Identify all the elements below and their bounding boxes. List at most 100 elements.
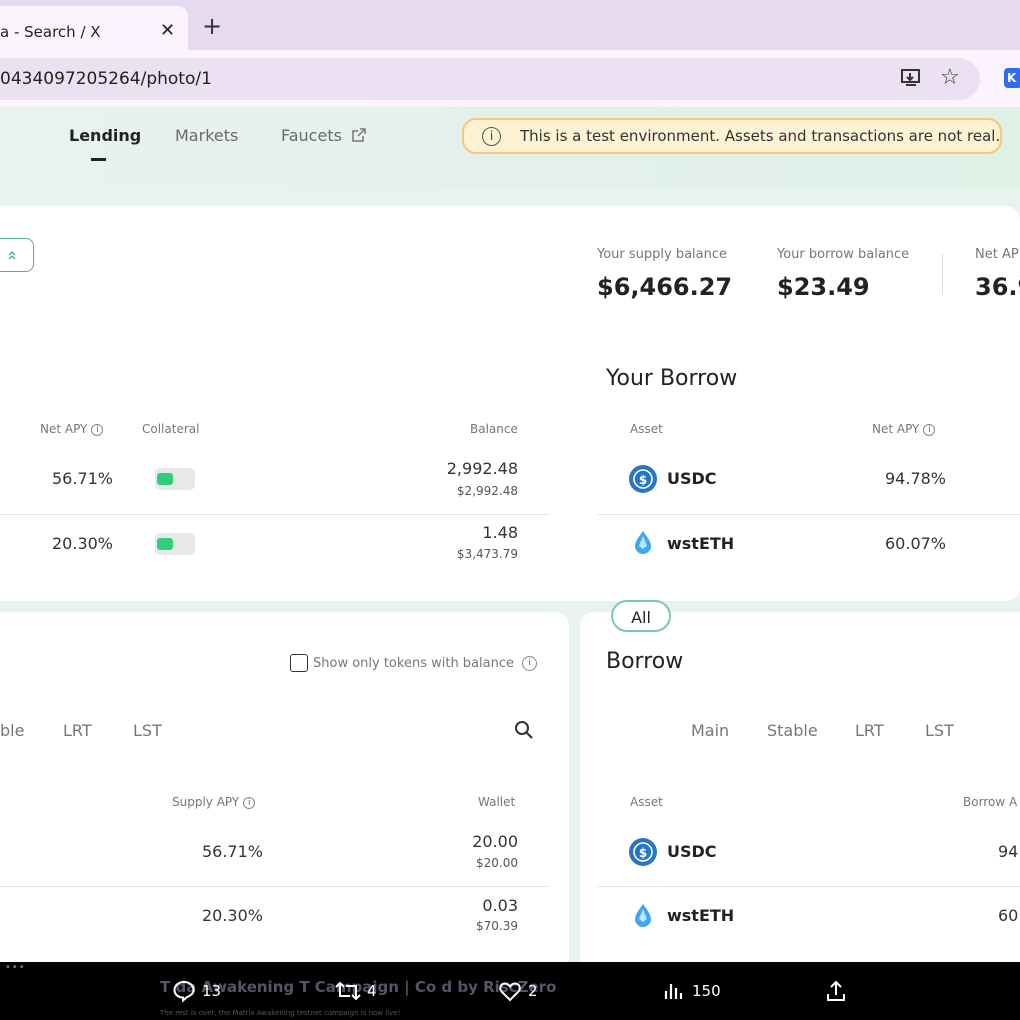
borrow-tab-lrt[interactable]: LRT	[855, 721, 884, 740]
row-divider	[0, 886, 550, 887]
borrow-row-1-asset[interactable]: USDC	[667, 469, 717, 488]
info-icon: i	[91, 423, 104, 436]
filter-tab-lst[interactable]: LST	[133, 721, 162, 740]
borrow-market-row-1-asset[interactable]: USDC	[667, 842, 717, 861]
supply-card: Show only tokens with balance i ble LRT L…	[0, 612, 569, 962]
borrow-row-2-net-apy: 60.07%	[885, 534, 947, 553]
borrow-row-1-net-apy: 94.78%	[885, 469, 947, 488]
url-text: 0434097205264/photo/1	[0, 69, 212, 89]
usdc-icon: $	[629, 838, 657, 866]
like-button[interactable]: 2	[498, 979, 558, 1003]
nav-lending[interactable]: Lending	[69, 126, 141, 145]
browser-tab[interactable]: a - Search / X ✕	[0, 6, 188, 50]
views-count: 150	[692, 982, 721, 1000]
search-icon[interactable]	[514, 720, 534, 740]
install-icon[interactable]	[900, 68, 922, 93]
positions-card: Your supply balance $6,466.27 Your borro…	[0, 206, 1020, 601]
retweet-count: 4	[367, 982, 377, 1000]
supply-row-1-net-apy: 56.71%	[52, 469, 114, 488]
borrow-balance-label: Your borrow balance	[777, 247, 910, 262]
reply-count: 13	[202, 982, 222, 1000]
net-apy-label: Net AP	[975, 247, 1019, 262]
nav-faucets-label: Faucets	[281, 126, 342, 145]
nav-active-indicator	[91, 158, 106, 161]
new-tab-button[interactable]: +	[202, 12, 222, 40]
show-only-balance-label: Show only tokens with balance i	[313, 656, 537, 671]
test-environment-banner: i This is a test environment. Assets and…	[462, 118, 1002, 154]
more-dots-icon[interactable]: •••	[5, 962, 26, 973]
summary-divider	[942, 254, 943, 294]
col-head-collateral: Collateral	[142, 422, 200, 436]
chevron-double-up-icon	[8, 251, 16, 260]
browser-tab-bar: a - Search / X ✕ +	[0, 0, 1020, 50]
nav-markets[interactable]: Markets	[175, 126, 238, 145]
retweet-button[interactable]: 4	[334, 979, 394, 1003]
views-button[interactable]: 150	[662, 979, 732, 1003]
info-icon: i	[482, 127, 501, 146]
info-icon: i	[923, 423, 936, 436]
borrow-balance-value: $23.49	[777, 273, 870, 301]
supply-balance-label: Your supply balance	[597, 247, 728, 262]
lending-app: Lending Markets Faucets i This is a test…	[0, 107, 1020, 962]
tab-close-icon[interactable]: ✕	[160, 20, 175, 41]
borrow-tab-main[interactable]: Main	[691, 721, 729, 740]
address-bar[interactable]: 0434097205264/photo/1 ☆	[0, 58, 980, 100]
supply-row-1-balance-usd: $2,992.48	[456, 484, 518, 498]
reply-icon	[173, 980, 195, 1003]
col-head-wallet: Wallet	[478, 795, 516, 809]
supply-market-row-2-apy: 20.30%	[201, 906, 263, 925]
row-divider	[597, 886, 1020, 887]
svg-text:$: $	[639, 473, 647, 487]
retweet-icon	[335, 981, 361, 1001]
supply-market-row-1-wallet-usd: $20.00	[476, 856, 518, 870]
nav-faucets[interactable]: Faucets	[281, 126, 367, 145]
banner-text: This is a test environment. Assets and t…	[520, 127, 1001, 145]
wsteth-icon	[635, 531, 651, 554]
show-only-balance-checkbox[interactable]	[290, 654, 308, 672]
borrow-tab-lst[interactable]: LST	[925, 721, 954, 740]
extension-icon[interactable]: K	[1004, 68, 1020, 88]
heart-icon	[499, 982, 521, 1002]
info-icon: i	[243, 796, 256, 809]
share-button[interactable]	[824, 979, 850, 1003]
app-header: Lending Markets Faucets i This is a test…	[0, 107, 1020, 189]
tweet-action-bar: ••• T da Awakening T Campaign | Co d by …	[0, 962, 1020, 1020]
borrow-tab-all[interactable]: All	[611, 600, 671, 632]
borrow-row-2-asset[interactable]: wstETH	[667, 534, 734, 553]
supply-row-2-net-apy: 20.30%	[52, 534, 114, 553]
collateral-toggle-2[interactable]	[155, 533, 195, 555]
net-apy-value: 36.9	[975, 273, 1020, 301]
col-head-balance: Balance	[470, 422, 518, 436]
collateral-toggle-1[interactable]	[155, 468, 195, 490]
supply-market-row-2-wallet: 0.03	[482, 896, 518, 915]
borrow-title: Borrow	[606, 649, 684, 674]
tab-title: a - Search / X	[0, 23, 101, 41]
info-icon: i	[522, 656, 537, 671]
supply-balance-value: $6,466.27	[597, 273, 733, 301]
bookmark-star-icon[interactable]: ☆	[940, 65, 960, 90]
borrow-tab-all-label: All	[631, 608, 651, 627]
supply-market-row-2-wallet-usd: $70.39	[476, 919, 518, 933]
col-head-borrow-net-apy: Net APY i	[872, 422, 936, 436]
supply-market-row-1-apy: 56.71%	[201, 842, 263, 861]
share-icon	[827, 980, 845, 1001]
supply-row-2-balance: 1.48	[482, 523, 518, 542]
usdc-icon: $	[629, 465, 657, 493]
collapse-button[interactable]	[0, 238, 34, 272]
external-link-icon	[352, 128, 366, 142]
filter-tab-stable[interactable]: ble	[0, 721, 24, 740]
borrow-tab-stable[interactable]: Stable	[767, 721, 818, 740]
borrow-market-row-2-asset[interactable]: wstETH	[667, 906, 734, 925]
wsteth-icon	[635, 904, 651, 927]
borrow-card: Borrow Main Stable LRT LST Asset Borrow …	[580, 612, 1020, 962]
filter-tab-lrt[interactable]: LRT	[63, 721, 92, 740]
supply-row-2-balance-usd: $3,473.79	[456, 547, 518, 561]
col-head-asset: Asset	[630, 422, 663, 436]
supply-market-row-1-wallet: 20.00	[472, 832, 518, 851]
views-chart-icon	[664, 984, 683, 999]
col-head-supply-apy: Supply APY i	[172, 795, 256, 809]
reply-button[interactable]: 13	[172, 979, 232, 1003]
col-head-borrow-apy: Borrow A	[963, 795, 1018, 809]
borrow-market-row-2-apy: 60.	[998, 906, 1020, 925]
row-divider	[0, 514, 550, 515]
